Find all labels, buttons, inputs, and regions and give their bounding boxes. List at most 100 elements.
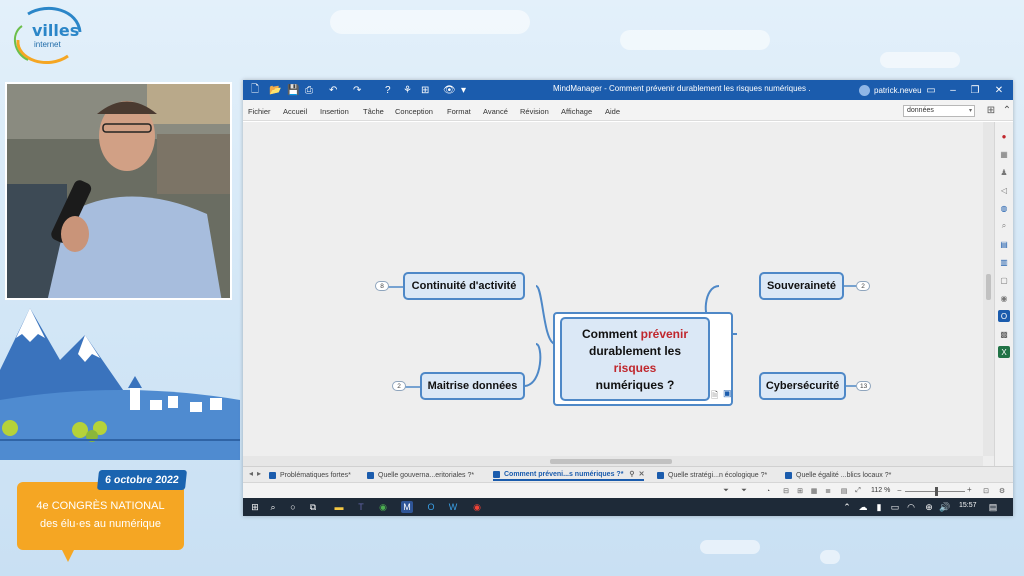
open-folder-icon[interactable]: 📂 [269,83,281,97]
excel-icon[interactable]: X [998,346,1010,358]
chrome-icon-2[interactable]: ◉ [471,501,483,513]
view-icon[interactable]: 👁 [443,83,456,97]
subtopic-count-badge[interactable]: 8 [375,281,389,291]
wifi-icon[interactable]: ◠ [905,501,917,513]
file-explorer-icon[interactable]: ▬ [333,501,345,513]
topic-cybersecurite[interactable]: Cybersécurité [759,372,846,400]
calendar-icon[interactable]: ▦ [998,148,1010,160]
word-icon[interactable]: W [447,501,459,513]
user-account[interactable]: patrick.neveu [859,82,922,98]
outlook-icon[interactable]: O [998,310,1010,322]
undo-icon[interactable]: ↶ [329,83,337,97]
ribbon-options-icon[interactable]: ▭ [919,80,943,100]
print-icon[interactable]: ⎙ [305,83,313,97]
close-button[interactable]: ✕ [987,80,1011,100]
cloud-icon[interactable]: ☁ [857,501,869,513]
tab-scroll-right-icon[interactable]: ▸ [257,469,261,478]
menu-affichage[interactable]: Affichage [561,107,592,116]
globe-icon[interactable]: ⊕ [923,501,935,513]
battery-icon[interactable]: ▭ [889,501,901,513]
vertical-scrollbar[interactable] [983,122,994,456]
collapse-icon[interactable]: ⊟ [781,486,791,496]
redo-icon[interactable]: ↷ [353,83,361,97]
menu-revision[interactable]: Révision [520,107,549,116]
ribbon-collapse-icon[interactable]: ⌃ [995,102,1013,118]
tab-strategie[interactable]: Quelle stratégi...n écologique ?* [657,469,767,481]
zoom-in-icon[interactable]: + [967,485,972,494]
topic-maitrise-donnees[interactable]: Maitrise données [420,372,525,400]
tray-chevron-icon[interactable]: ⌃ [841,501,853,513]
note-icon[interactable]: 🗎 [711,388,718,404]
notification-icon[interactable]: ▤ [987,501,999,513]
web-icon[interactable]: ◉ [998,292,1010,304]
tab-problematiques[interactable]: Problématiques fortes* [269,469,351,481]
outline-view-icon[interactable]: ≣ [823,486,833,496]
share-icon[interactable]: ◁ [998,184,1010,196]
teams-icon[interactable]: T [355,501,367,513]
search-icon[interactable]: ⌕ [998,220,1010,232]
fit-window-icon[interactable]: ⊡ [981,486,991,496]
menu-format[interactable]: Format [447,107,471,116]
outlook-icon[interactable]: O [425,501,437,513]
tab-close-icon[interactable]: ✕ [639,470,645,478]
resources-icon[interactable]: ♟ [998,166,1010,178]
zoom-out-icon[interactable]: − [897,486,902,495]
subtopic-count-badge[interactable]: 13 [856,381,872,391]
tab-comment-prevenir[interactable]: Comment préveni...s numériques ?* ⚲ ✕ [493,469,645,481]
filter-icon[interactable]: ⚘ [403,83,412,97]
map-parts-icon[interactable]: ▤ [998,238,1010,250]
image-icon[interactable]: ▩ [998,328,1010,340]
power-filter-icon[interactable]: ⏷ [739,486,749,496]
menu-aide[interactable]: Aide [605,107,620,116]
pin-icon[interactable]: ⚲ [629,470,634,478]
save-icon[interactable]: 💾 [287,83,299,97]
menu-insertion[interactable]: Insertion [320,107,349,116]
volume-icon[interactable]: 🔊 [939,501,951,513]
pages-icon[interactable]: ▢ [998,274,1010,286]
library-icon[interactable]: ▥ [998,256,1010,268]
search-input[interactable]: données ▾ [903,105,975,117]
chevron-down-icon[interactable]: ▾ [969,106,972,116]
menu-fichier[interactable]: Fichier [248,107,271,116]
tab-scroll-left-icon[interactable]: ◂ [249,469,253,478]
tab-egalite[interactable]: Quelle égalité ...blics locaux ?* [785,469,891,481]
horizontal-scrollbar[interactable] [243,456,983,466]
menu-avance[interactable]: Avancé [483,107,508,116]
mindmanager-icon[interactable]: M [401,501,413,513]
attachment-icon[interactable]: ▣ [723,388,732,399]
map-view-icon[interactable]: ▦ [809,486,819,496]
fit-map-icon[interactable]: ⤢ [853,486,863,496]
subtopic-count-badge[interactable]: 2 [392,381,406,391]
help-icon[interactable]: ? [385,83,391,97]
minimize-button[interactable]: – [941,80,965,100]
topic-souverainete[interactable]: Souveraineté [759,272,844,300]
task-view-icon[interactable]: ⧉ [307,501,319,513]
layout-icon[interactable]: ⊞ [421,83,429,97]
zoom-slider-thumb[interactable] [935,487,938,496]
gantt-view-icon[interactable]: ▤ [839,486,849,496]
browser-icon[interactable]: ◍ [998,202,1010,214]
customize-toolbar-icon[interactable]: ▾ [461,83,466,97]
topic-continuite[interactable]: Continuité d'activité [403,272,525,300]
markers-icon[interactable]: ● [998,130,1010,142]
menu-conception[interactable]: Conception [395,107,433,116]
subtopic-count-badge[interactable]: 2 [856,281,870,291]
vertical-scroll-thumb[interactable] [986,274,991,300]
search-icon[interactable]: ⌕ [267,501,279,513]
menu-accueil[interactable]: Accueil [283,107,307,116]
map-canvas[interactable]: Comment prévenir durablement les risques… [243,122,994,490]
new-document-icon[interactable]: 🗋 [251,83,259,97]
central-topic[interactable]: Comment prévenir durablement les risques… [553,312,733,406]
start-icon[interactable]: ⊞ [249,501,261,513]
cortana-icon[interactable]: ○ [287,501,299,513]
chrome-icon[interactable]: ◉ [377,501,389,513]
expand-icon[interactable]: ⊞ [795,486,805,496]
horizontal-scroll-thumb[interactable] [550,459,672,464]
task-icon[interactable]: ◔ [763,486,773,496]
tab-gouvernance[interactable]: Quelle gouverna...eritoriales ?* [367,469,474,481]
filter-icon[interactable]: ⏷ [721,486,731,496]
network-icon[interactable]: ▮ [873,501,885,513]
settings-icon[interactable]: ⚙ [997,486,1007,496]
maximize-button[interactable]: ❐ [963,80,987,100]
menu-tache[interactable]: Tâche [363,107,384,116]
